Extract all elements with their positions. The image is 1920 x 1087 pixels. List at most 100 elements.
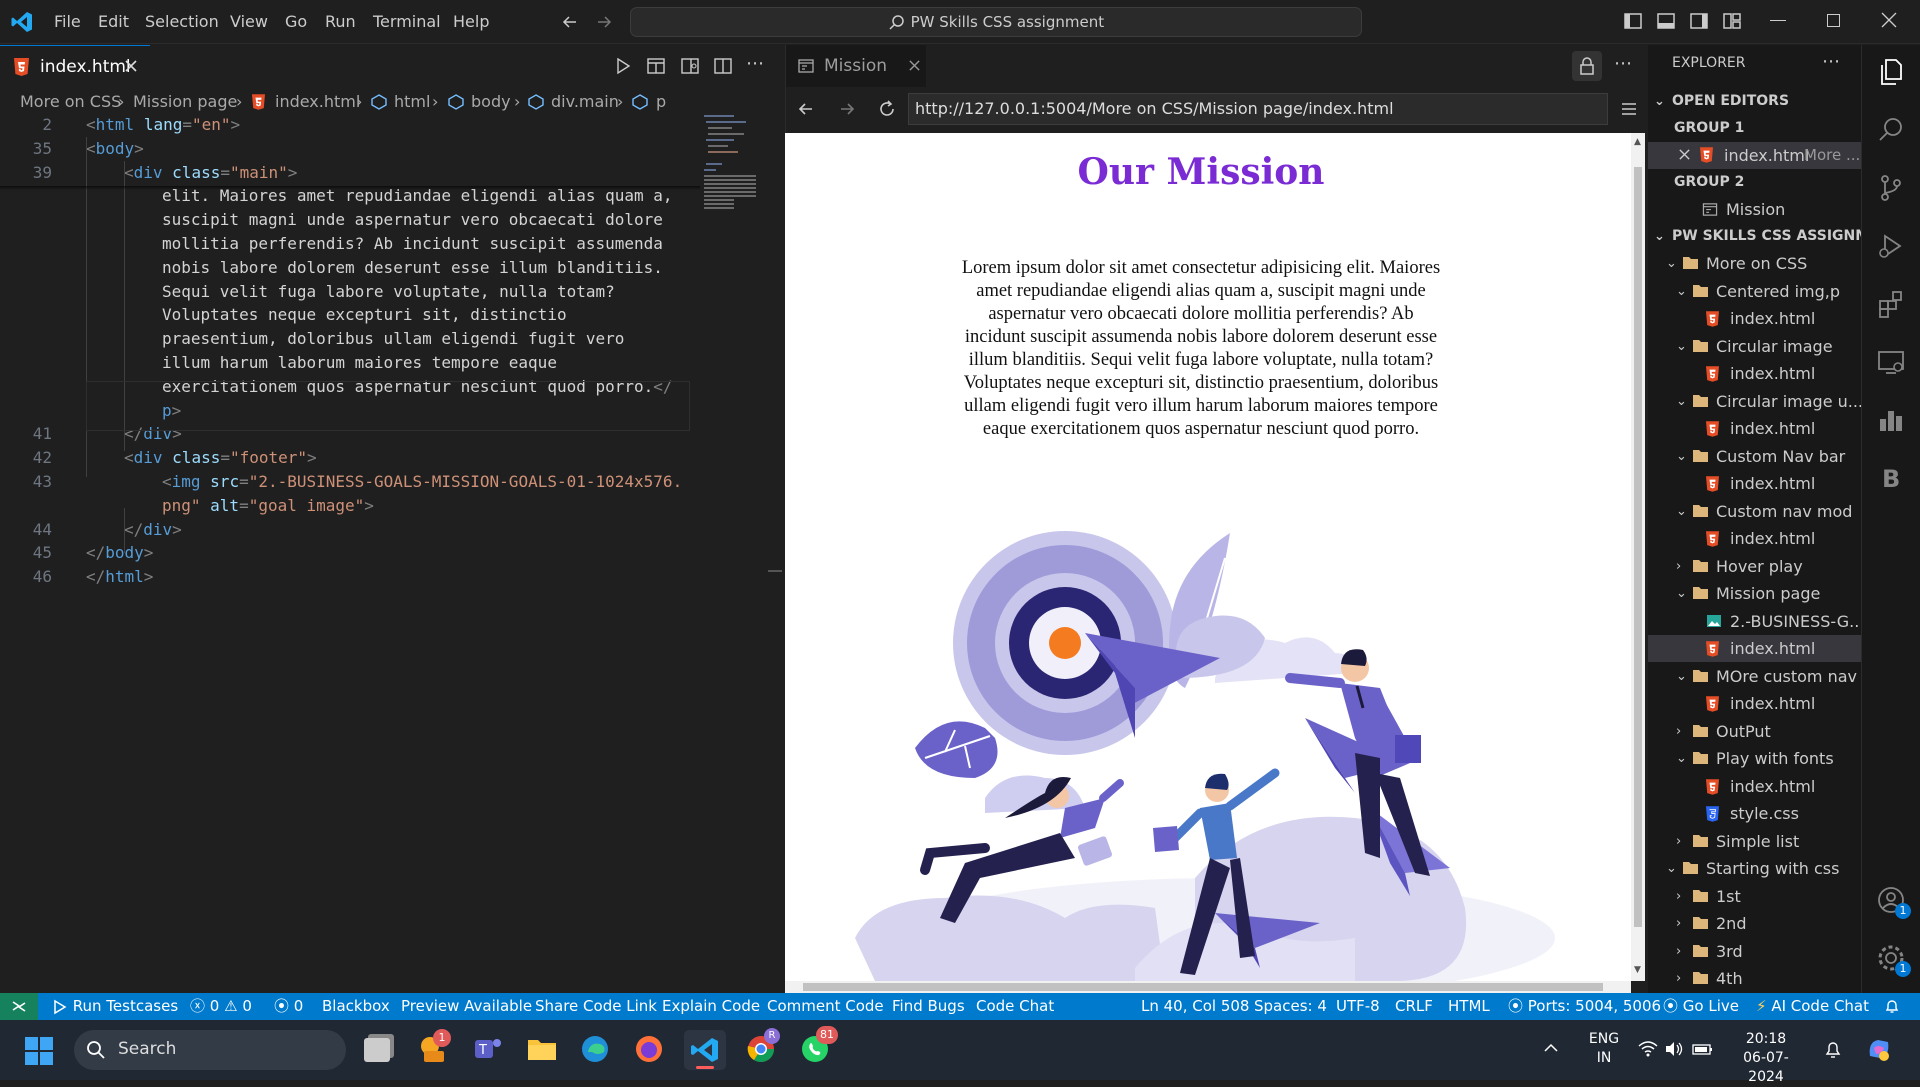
- tree-file[interactable]: index.html: [1648, 773, 1861, 800]
- menu-edit[interactable]: Edit: [98, 12, 129, 31]
- browser-back-icon[interactable]: [796, 99, 816, 119]
- minimize-icon[interactable]: [1770, 20, 1786, 21]
- tree-file[interactable]: index.html: [1648, 305, 1861, 332]
- tree-folder[interactable]: ⌄ Circular image: [1648, 333, 1861, 360]
- comment-code-button[interactable]: Comment Code: [767, 993, 884, 1020]
- code-line[interactable]: illum harum laborum maiores tempore eaqu…: [0, 351, 770, 375]
- remote-indicator[interactable]: [0, 993, 38, 1020]
- breadcrumb-file[interactable]: index.html: [275, 92, 360, 111]
- notifications-bell-icon[interactable]: [1884, 998, 1900, 1014]
- input-language[interactable]: ENG IN: [1584, 1030, 1624, 1068]
- open-editors-section[interactable]: ⌄ OPEN EDITORS: [1648, 88, 1861, 115]
- blackbox-icon[interactable]: B: [1882, 465, 1900, 493]
- share-code-link-button[interactable]: Share Code Link: [535, 993, 657, 1020]
- tree-file[interactable]: 2.-BUSINESS-G...: [1648, 608, 1861, 635]
- code-line[interactable]: 35 <body>: [0, 137, 770, 161]
- minimap[interactable]: [702, 113, 764, 233]
- tab-mission[interactable]: Mission: [786, 45, 926, 87]
- code-line[interactable]: Voluptates neque excepturi sit, distinct…: [0, 303, 770, 327]
- tree-folder[interactable]: › 3rd: [1648, 938, 1861, 965]
- menu-selection[interactable]: Selection: [145, 12, 219, 31]
- find-bugs-button[interactable]: Find Bugs: [892, 993, 965, 1020]
- edge-icon[interactable]: [580, 1034, 610, 1064]
- tree-folder[interactable]: ⌄ Centered img,p: [1648, 278, 1861, 305]
- tree-file[interactable]: index.html: [1648, 360, 1861, 387]
- tree-folder[interactable]: › 2nd: [1648, 910, 1861, 937]
- tree-file[interactable]: index.html: [1648, 470, 1861, 497]
- source-control-icon[interactable]: [1876, 173, 1906, 203]
- explain-code-button[interactable]: Explain Code: [662, 993, 760, 1020]
- remote-explorer-icon[interactable]: [1876, 347, 1906, 377]
- clock[interactable]: 20:18 06-07-2024: [1726, 1030, 1806, 1087]
- breadcrumb-div-main[interactable]: div.main: [551, 92, 619, 111]
- command-center-search[interactable]: PW Skills CSS assignment: [630, 7, 1362, 37]
- tree-folder[interactable]: ⌄ Mission page: [1648, 580, 1861, 607]
- tree-file[interactable]: index.html: [1648, 635, 1861, 662]
- tree-file[interactable]: style.css: [1648, 800, 1861, 827]
- project-section[interactable]: ⌄ PW SKILLS CSS ASSIGNME...: [1648, 223, 1861, 250]
- preview-side-icon[interactable]: [681, 57, 699, 75]
- code-line[interactable]: 46 </html>: [0, 565, 770, 589]
- preview-vertical-scrollbar[interactable]: ▲ ▼: [1631, 133, 1645, 981]
- breadcrumb-folder[interactable]: More on CSS: [20, 92, 121, 111]
- browser-forward-icon[interactable]: [837, 99, 857, 119]
- preview-horizontal-scrollbar[interactable]: [785, 981, 1631, 993]
- open-preview-icon[interactable]: [647, 57, 665, 75]
- notification-icon[interactable]: [1824, 1040, 1842, 1060]
- lock-icon[interactable]: [1572, 51, 1602, 81]
- tree-folder[interactable]: ⌄ Play with fonts: [1648, 745, 1861, 772]
- preview-available-button[interactable]: Preview Available: [401, 993, 532, 1020]
- breadcrumb-subfolder[interactable]: Mission page: [133, 92, 237, 111]
- code-line[interactable]: 2 <html lang="en">: [0, 113, 770, 137]
- cursor-position[interactable]: Ln 40, Col 508: [1141, 993, 1249, 1020]
- tree-folder[interactable]: ⌄ Custom nav mod: [1648, 498, 1861, 525]
- close-window-icon[interactable]: [1880, 11, 1898, 29]
- code-line[interactable]: mollitia perferendis? Ab incidunt suscip…: [0, 232, 770, 256]
- close-tab-icon[interactable]: [908, 59, 921, 72]
- volume-icon[interactable]: [1664, 1040, 1684, 1058]
- tree-folder[interactable]: › 4th: [1648, 965, 1861, 992]
- more-actions-icon[interactable]: ⋯: [746, 53, 764, 74]
- menu-terminal[interactable]: Terminal: [373, 12, 441, 31]
- menu-run[interactable]: Run: [325, 12, 356, 31]
- tree-folder[interactable]: ⌄ MOre custom nav: [1648, 663, 1861, 690]
- toggle-primary-sidebar-icon[interactable]: [1623, 11, 1643, 31]
- back-arrow-icon[interactable]: [560, 12, 580, 32]
- tree-file[interactable]: index.html: [1648, 690, 1861, 717]
- problems-indicator[interactable]: ⓧ 0 ⚠ 0: [190, 993, 252, 1020]
- ai-code-chat-button[interactable]: ⚡ AI Code Chat: [1756, 993, 1869, 1020]
- breadcrumb-p[interactable]: p: [656, 92, 666, 111]
- more-actions-icon[interactable]: ⋯: [1614, 53, 1632, 74]
- teams-icon[interactable]: T: [473, 1034, 503, 1064]
- reload-icon[interactable]: [877, 99, 897, 119]
- code-line[interactable]: Sequi velit fuga labore voluptate, nulla…: [0, 280, 770, 304]
- code-line[interactable]: 39 <div class="main">: [0, 161, 770, 185]
- close-icon[interactable]: [1678, 148, 1691, 161]
- code-chat-button[interactable]: Code Chat: [976, 993, 1054, 1020]
- forward-arrow-icon[interactable]: [594, 12, 614, 32]
- tree-folder[interactable]: › OutPut: [1648, 718, 1861, 745]
- menu-help[interactable]: Help: [453, 12, 489, 31]
- extensions-icon[interactable]: [1876, 289, 1906, 319]
- code-area[interactable]: 2 <html lang="en"> 35 <body> 39 <div class="m…: [0, 113, 700, 993]
- tree-folder[interactable]: › 1st: [1648, 883, 1861, 910]
- tree-folder[interactable]: ⌄ Circular image u...: [1648, 388, 1861, 415]
- battery-icon[interactable]: [1692, 1040, 1714, 1058]
- windows-start-icon[interactable]: [24, 1036, 54, 1066]
- editor-scrollbar[interactable]: [768, 570, 782, 572]
- open-editor-mission[interactable]: Mission: [1648, 196, 1861, 223]
- encoding[interactable]: UTF-8: [1336, 993, 1380, 1020]
- taskbar-search-box[interactable]: Search: [74, 1030, 346, 1070]
- code-line[interactable]: nobis labore dolorem deserunt esse illum…: [0, 256, 770, 280]
- split-editor-icon[interactable]: [714, 57, 732, 75]
- close-tab-icon[interactable]: [124, 59, 138, 73]
- vscode-taskbar-icon[interactable]: [684, 1030, 726, 1070]
- code-line[interactable]: suscipit magni unde aspernatur vero obca…: [0, 208, 770, 232]
- tree-file[interactable]: index.html: [1648, 415, 1861, 442]
- restore-icon[interactable]: [1827, 14, 1840, 27]
- firefox-icon[interactable]: [634, 1034, 664, 1064]
- code-line[interactable]: praesentium, doloribus ullam eligendi fu…: [0, 327, 770, 351]
- breadcrumb-body[interactable]: body: [471, 92, 511, 111]
- code-line[interactable]: 41 </div>: [0, 422, 770, 446]
- toggle-panel-icon[interactable]: [1656, 11, 1676, 31]
